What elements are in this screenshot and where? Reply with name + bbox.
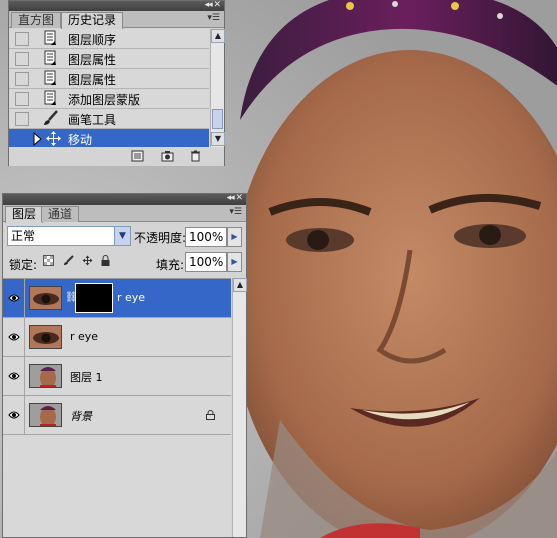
lock-transparent-pixels-icon[interactable]: [43, 255, 54, 266]
history-state-icon: [44, 90, 56, 105]
history-list: 图层顺序 图层属性 图层属性 添加图层蒙版 画笔工具 移动: [9, 29, 209, 149]
opacity-input[interactable]: 100%: [185, 227, 227, 247]
layer-row[interactable]: r eye: [3, 318, 231, 357]
history-scrollbar[interactable]: ▲ ▼: [210, 29, 225, 147]
layer-name: r eye: [70, 330, 99, 343]
scroll-up-icon[interactable]: ▲: [233, 278, 247, 292]
history-bottom-toolbar: [9, 147, 224, 166]
layers-panel-tabs: 图层 通道 ▾☰: [3, 205, 246, 223]
layers-panel: ◂◂ ✕ 图层 通道 ▾☰ 正常 ▼ 不透明度: 100% ▶ 锁定: 填充: …: [2, 193, 247, 538]
panel-menu-icon[interactable]: ▾☰: [207, 13, 220, 23]
tab-channels[interactable]: 通道: [41, 206, 80, 222]
visibility-toggle[interactable]: [3, 279, 25, 317]
panel-menu-icon[interactable]: ▾☰: [229, 207, 242, 217]
history-item[interactable]: 添加图层蒙版: [9, 89, 209, 109]
history-source-checkbox[interactable]: [15, 52, 29, 66]
new-snapshot-icon[interactable]: [161, 150, 174, 162]
blend-opacity-row: 正常 ▼ 不透明度: 100% ▶: [3, 223, 246, 249]
lock-image-pixels-icon[interactable]: [63, 255, 74, 266]
visibility-toggle[interactable]: [3, 357, 25, 395]
layer-row[interactable]: 图层 1: [3, 357, 231, 396]
collapse-icon[interactable]: ◂◂ ✕: [205, 0, 221, 10]
history-state-icon: [44, 70, 56, 85]
history-item[interactable]: 画笔工具: [9, 109, 209, 129]
layer-mask-thumbnail[interactable]: [75, 283, 113, 313]
history-state-icon: [44, 30, 56, 45]
lock-position-icon[interactable]: [82, 255, 93, 266]
scroll-up-icon[interactable]: ▲: [211, 29, 225, 43]
history-item-selected[interactable]: 移动: [9, 129, 209, 149]
blend-mode-value: 正常: [11, 229, 36, 243]
tab-histogram[interactable]: 直方图: [11, 12, 62, 28]
history-state-icon: [44, 50, 56, 65]
history-item-label: 移动: [68, 133, 93, 147]
history-item-label: 添加图层蒙版: [68, 93, 141, 107]
layer-thumbnail[interactable]: [29, 403, 62, 427]
opacity-slider-icon[interactable]: ▶: [227, 227, 242, 247]
chevron-down-icon[interactable]: ▼: [114, 227, 130, 245]
tab-history[interactable]: 历史记录: [61, 12, 124, 29]
history-item-label: 图层属性: [68, 73, 117, 87]
fill-label: 填充:: [156, 258, 185, 272]
layer-thumbnail[interactable]: [29, 325, 62, 349]
layer-name: 图层 1: [70, 371, 103, 384]
collapse-icon[interactable]: ◂◂ ✕: [227, 193, 243, 203]
scroll-down-icon[interactable]: ▼: [211, 132, 225, 146]
layers-list: ⛓ r eye r eye 图层 1 背景: [3, 278, 231, 537]
scrollbar-thumb[interactable]: [212, 109, 223, 129]
visibility-toggle[interactable]: [3, 318, 25, 356]
layer-thumbnail[interactable]: [29, 286, 62, 310]
history-item[interactable]: 图层属性: [9, 49, 209, 69]
trash-icon[interactable]: [189, 150, 202, 162]
lock-all-icon[interactable]: [100, 255, 111, 266]
eye-icon[interactable]: [8, 332, 20, 342]
brush-icon: [44, 110, 58, 125]
fill-input[interactable]: 100%: [185, 252, 227, 272]
layer-row-background[interactable]: 背景: [3, 396, 231, 435]
history-panel-tabs: 直方图 历史记录 ▾☰: [9, 11, 224, 29]
eye-icon[interactable]: [8, 371, 20, 381]
eye-icon[interactable]: [8, 410, 20, 420]
visibility-toggle[interactable]: [3, 396, 25, 434]
history-panel: ◂◂ ✕ 直方图 历史记录 ▾☰ 图层顺序 图层属性 图层属性 添加图层蒙版 画…: [8, 0, 225, 166]
layer-name: 背景: [70, 410, 92, 423]
history-item[interactable]: 图层顺序: [9, 29, 209, 49]
history-item-label: 图层顺序: [68, 33, 117, 47]
history-item-label: 图层属性: [68, 53, 117, 67]
blend-mode-select[interactable]: 正常 ▼: [7, 226, 131, 246]
lock-label: 锁定:: [9, 258, 38, 272]
layer-thumbnail[interactable]: [29, 364, 62, 388]
eye-icon[interactable]: [8, 293, 20, 303]
history-item-label: 画笔工具: [68, 113, 117, 127]
layers-panel-titlebar[interactable]: ◂◂ ✕: [3, 193, 246, 205]
layer-row-selected[interactable]: ⛓ r eye: [3, 279, 231, 318]
layers-scrollbar[interactable]: ▲: [232, 278, 247, 537]
layer-name: r eye: [117, 291, 146, 304]
opacity-label: 不透明度:: [134, 231, 187, 245]
new-document-from-state-icon[interactable]: [131, 150, 144, 162]
lock-icon: [206, 410, 215, 420]
history-brush-source-icon[interactable]: [33, 132, 43, 146]
lock-fill-row: 锁定: 填充: 100% ▶: [3, 251, 246, 273]
move-tool-icon: [46, 131, 61, 146]
history-item[interactable]: 图层属性: [9, 69, 209, 89]
fill-slider-icon[interactable]: ▶: [227, 252, 242, 272]
history-source-checkbox[interactable]: [15, 32, 29, 46]
history-source-checkbox[interactable]: [15, 112, 29, 126]
history-source-checkbox[interactable]: [15, 92, 29, 106]
history-source-checkbox[interactable]: [15, 72, 29, 86]
tab-layers[interactable]: 图层: [5, 206, 44, 223]
history-panel-titlebar[interactable]: ◂◂ ✕: [9, 0, 224, 11]
